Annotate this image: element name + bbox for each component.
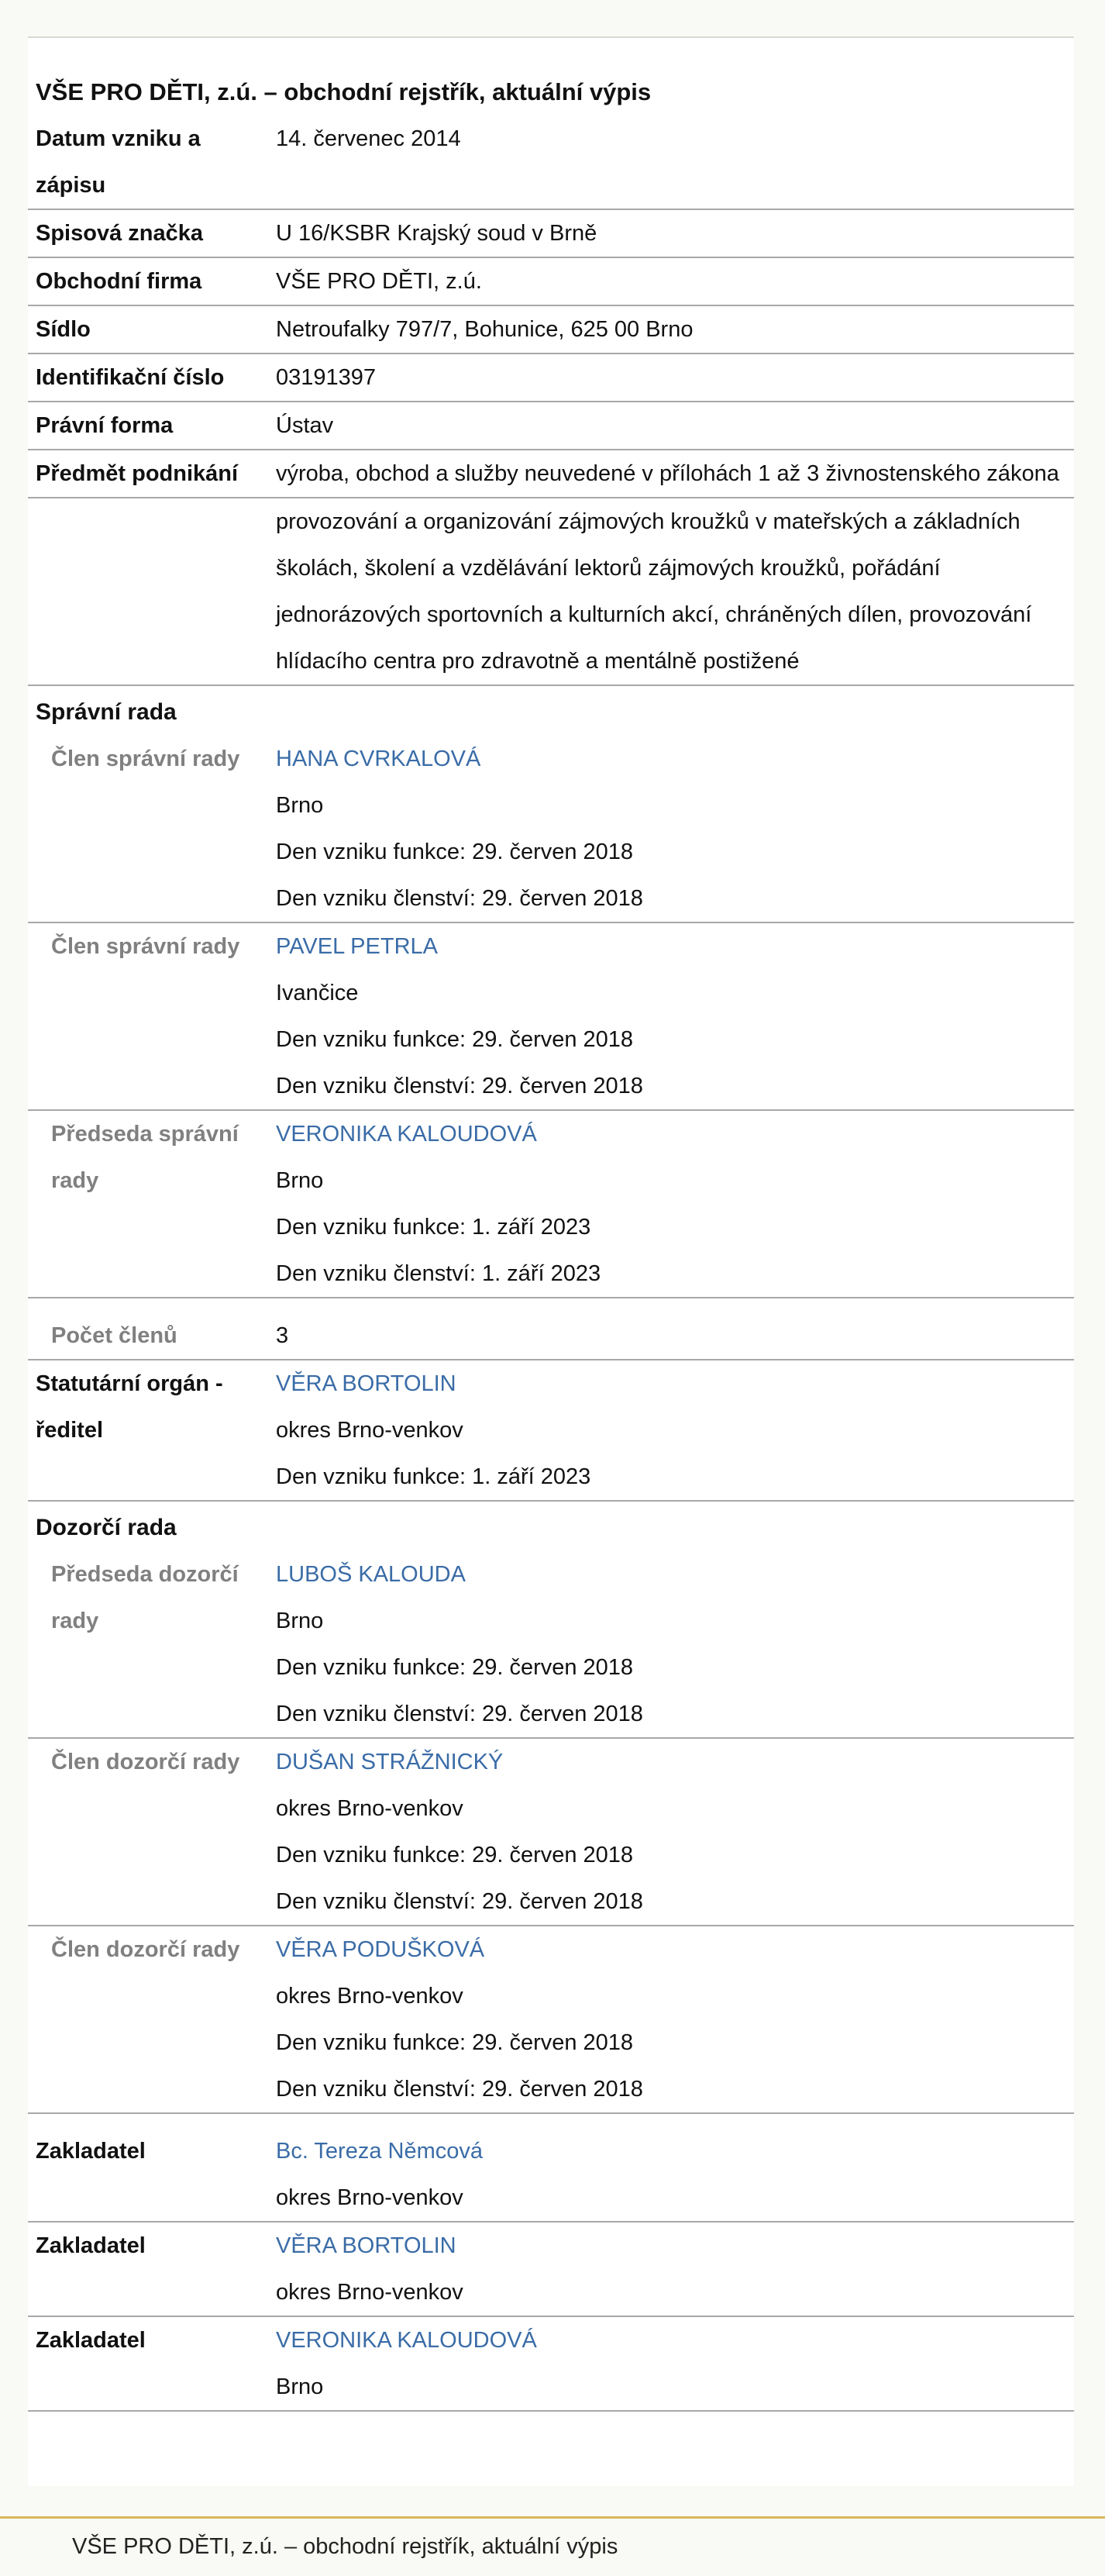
- member-name-link[interactable]: LUBOŠ KALOUDA: [276, 1551, 1074, 1598]
- member-details: VĚRA BORTOLIN okres Brno-venkov Den vzni…: [276, 1360, 1074, 1500]
- section-spravni-rada: Správní rada: [36, 699, 177, 725]
- member-name-link[interactable]: Bc. Tereza Němcová: [276, 2128, 1074, 2174]
- row-value: Ústav: [276, 413, 334, 438]
- member-place: Brno: [276, 2374, 324, 2399]
- row-label: Datum vzniku a zápisu: [36, 126, 201, 198]
- member-role: Člen správní rady: [51, 934, 240, 959]
- member-funkce: Den vzniku funkce: 29. červen 2018: [276, 1027, 634, 1052]
- member-name-link[interactable]: VĚRA BORTOLIN: [276, 2223, 1074, 2269]
- footer: VŠE PRO DĚTI, z.ú. – obchodní rejstřík, …: [0, 2516, 1105, 2576]
- row-label: Právní forma: [36, 413, 174, 438]
- row-sidlo: Sídlo Netroufalky 797/7, Bohunice, 625 0…: [28, 306, 1074, 354]
- row-value: 03191397: [276, 365, 377, 390]
- member-role: Předseda správní rady: [51, 1122, 239, 1193]
- row-label-empty: [28, 498, 276, 685]
- section-dozorci-rada: Dozorčí rada: [36, 1515, 177, 1540]
- member-place: okres Brno-venkov: [276, 1796, 463, 1821]
- row-label: Spisová značka: [36, 221, 203, 246]
- row-value: provozování a organizování zájmových kro…: [276, 509, 1032, 674]
- member-place: okres Brno-venkov: [276, 2280, 463, 2305]
- member-details: VĚRA BORTOLIN okres Brno-venkov: [276, 2223, 1074, 2316]
- row-value: výroba, obchod a služby neuvedené v příl…: [276, 461, 1059, 486]
- member-place: Brno: [276, 1609, 324, 1633]
- page-title: VŠE PRO DĚTI, z.ú. – obchodní rejstřík, …: [36, 78, 652, 105]
- register-extract: VŠE PRO DĚTI, z.ú. – obchodní rejstřík, …: [28, 36, 1074, 2486]
- member-row: Člen správní rady PAVEL PETRLA Ivančice …: [28, 923, 1074, 1111]
- row-label: Zakladatel: [36, 2233, 146, 2258]
- row-value: 3: [276, 1323, 289, 1348]
- row-pocet-clenu: Počet členů 3: [28, 1298, 1074, 1360]
- row-value: Netroufalky 797/7, Bohunice, 625 00 Brno: [276, 317, 694, 342]
- member-place: okres Brno-venkov: [276, 2185, 463, 2210]
- member-role: Člen dozorčí rady: [51, 1937, 240, 1962]
- member-details: DUŠAN STRÁŽNICKÝ okres Brno-venkov Den v…: [276, 1739, 1074, 1925]
- row-label: Počet členů: [51, 1323, 177, 1348]
- member-place: okres Brno-venkov: [276, 1984, 463, 2009]
- footer-title: VŠE PRO DĚTI, z.ú. – obchodní rejstřík, …: [72, 2534, 618, 2559]
- row-predmet-podnikani: Předmět podnikání výroba, obchod a služb…: [28, 450, 1074, 498]
- member-details: VERONIKA KALOUDOVÁ Brno: [276, 2317, 1074, 2410]
- row-statutarni-organ: Statutární orgán - ředitel VĚRA BORTOLIN…: [28, 1360, 1074, 1502]
- member-row: Předseda správní rady VERONIKA KALOUDOVÁ…: [28, 1111, 1074, 1298]
- row-label: Identifikační číslo: [36, 365, 225, 390]
- member-role: Člen dozorčí rady: [51, 1750, 240, 1774]
- member-place: Brno: [276, 1168, 324, 1193]
- row-pravni-forma: Právní forma Ústav: [28, 402, 1074, 450]
- member-clenstvi: Den vzniku členství: 29. červen 2018: [276, 1074, 643, 1098]
- member-role: Člen správní rady: [51, 747, 240, 771]
- member-clenstvi: Den vzniku členství: 29. červen 2018: [276, 1889, 643, 1914]
- member-clenstvi: Den vzniku členství: 1. září 2023: [276, 1261, 601, 1286]
- row-label: Zakladatel: [36, 2139, 146, 2164]
- member-name-link[interactable]: VERONIKA KALOUDOVÁ: [276, 2317, 1074, 2364]
- row-predmet-podnikani-2: provozování a organizování zájmových kro…: [28, 498, 1074, 686]
- member-details: HANA CVRKALOVÁ Brno Den vzniku funkce: 2…: [276, 736, 1074, 922]
- member-funkce: Den vzniku funkce: 29. červen 2018: [276, 1843, 634, 1867]
- member-details: VERONIKA KALOUDOVÁ Brno Den vzniku funkc…: [276, 1111, 1074, 1297]
- member-name-link[interactable]: PAVEL PETRLA: [276, 923, 1074, 970]
- member-name-link[interactable]: VĚRA BORTOLIN: [276, 1360, 1074, 1407]
- member-name-link[interactable]: VERONIKA KALOUDOVÁ: [276, 1111, 1074, 1157]
- row-zakladatel: Zakladatel VERONIKA KALOUDOVÁ Brno: [28, 2317, 1074, 2412]
- row-value: U 16/KSBR Krajský soud v Brně: [276, 221, 597, 246]
- member-row: Člen dozorčí rady DUŠAN STRÁŽNICKÝ okres…: [28, 1739, 1074, 1926]
- member-funkce: Den vzniku funkce: 1. září 2023: [276, 1464, 591, 1489]
- member-clenstvi: Den vzniku členství: 29. červen 2018: [276, 886, 643, 911]
- member-funkce: Den vzniku funkce: 1. září 2023: [276, 1215, 591, 1240]
- member-details: PAVEL PETRLA Ivančice Den vzniku funkce:…: [276, 923, 1074, 1109]
- row-value: 14. červenec 2014: [276, 126, 461, 151]
- member-clenstvi: Den vzniku členství: 29. červen 2018: [276, 1702, 643, 1726]
- row-zakladatel: Zakladatel VĚRA BORTOLIN okres Brno-venk…: [28, 2223, 1074, 2317]
- member-row: Člen správní rady HANA CVRKALOVÁ Brno De…: [28, 736, 1074, 923]
- member-name-link[interactable]: VĚRA PODUŠKOVÁ: [276, 1926, 1074, 1973]
- row-label: Zakladatel: [36, 2328, 146, 2353]
- member-funkce: Den vzniku funkce: 29. červen 2018: [276, 1655, 634, 1680]
- member-row: Člen dozorčí rady VĚRA PODUŠKOVÁ okres B…: [28, 1926, 1074, 2114]
- row-spisova-znacka: Spisová značka U 16/KSBR Krajský soud v …: [28, 210, 1074, 258]
- member-funkce: Den vzniku funkce: 29. červen 2018: [276, 840, 634, 864]
- member-details: LUBOŠ KALOUDA Brno Den vzniku funkce: 29…: [276, 1551, 1074, 1737]
- row-value: VŠE PRO DĚTI, z.ú.: [276, 269, 482, 294]
- member-clenstvi: Den vzniku členství: 29. červen 2018: [276, 2077, 643, 2102]
- row-label: Obchodní firma: [36, 269, 202, 294]
- member-row: Předseda dozorčí rady LUBOŠ KALOUDA Brno…: [28, 1551, 1074, 1739]
- row-label: Sídlo: [36, 317, 91, 342]
- member-place: Brno: [276, 793, 324, 818]
- row-label: Statutární orgán - ředitel: [36, 1371, 223, 1443]
- member-funkce: Den vzniku funkce: 29. červen 2018: [276, 2030, 634, 2055]
- row-datum-vzniku: Datum vzniku a zápisu 14. červenec 2014: [28, 116, 1074, 210]
- member-place: Ivančice: [276, 981, 359, 1005]
- member-name-link[interactable]: DUŠAN STRÁŽNICKÝ: [276, 1739, 1074, 1785]
- member-details: Bc. Tereza Němcová okres Brno-venkov: [276, 2128, 1074, 2221]
- row-ico: Identifikační číslo 03191397: [28, 354, 1074, 402]
- row-label: Předmět podnikání: [36, 461, 239, 486]
- row-obchodni-firma: Obchodní firma VŠE PRO DĚTI, z.ú.: [28, 258, 1074, 306]
- member-details: VĚRA PODUŠKOVÁ okres Brno-venkov Den vzn…: [276, 1926, 1074, 2112]
- member-role: Předseda dozorčí rady: [51, 1562, 239, 1633]
- member-place: okres Brno-venkov: [276, 1418, 463, 1443]
- member-name-link[interactable]: HANA CVRKALOVÁ: [276, 736, 1074, 782]
- row-zakladatel: Zakladatel Bc. Tereza Němcová okres Brno…: [28, 2114, 1074, 2223]
